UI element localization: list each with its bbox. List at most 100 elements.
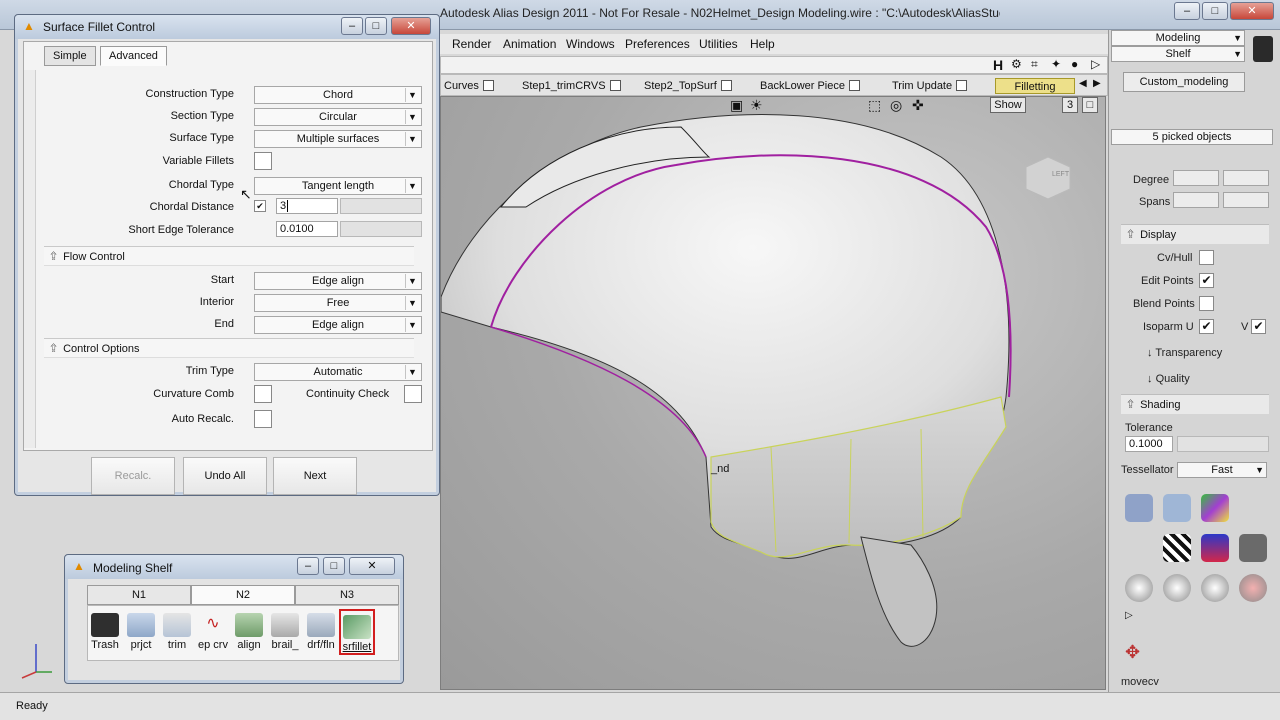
- curvature-comb-checkbox[interactable]: [254, 385, 272, 403]
- tool-trim[interactable]: trim: [159, 609, 195, 655]
- pan-icon[interactable]: ✜: [912, 97, 924, 114]
- shelf-tab-step1[interactable]: Step1_trimCRVS: [519, 78, 624, 94]
- minimize-button[interactable]: –: [1174, 2, 1200, 20]
- auto-recalc-checkbox[interactable]: [254, 410, 272, 428]
- history-icon[interactable]: H: [993, 57, 1003, 73]
- shelf-tab-checkbox[interactable]: [849, 80, 860, 91]
- next-button[interactable]: Next: [273, 457, 357, 495]
- trim-type-dropdown[interactable]: Automatic ▼: [254, 363, 422, 381]
- menu-set-combo[interactable]: Modeling ▼: [1111, 30, 1245, 46]
- start-dropdown[interactable]: Edge align ▼: [254, 272, 422, 290]
- dialog-title-bar[interactable]: ▲ Surface Fillet Control – □ ✕: [15, 15, 439, 39]
- shade-icon-2[interactable]: [1163, 494, 1191, 522]
- flow-control-header[interactable]: ⮸ Flow Control: [44, 246, 414, 266]
- orbit-icon[interactable]: ◎: [890, 97, 902, 114]
- shelf-minimize-button[interactable]: –: [297, 557, 319, 575]
- degree-field[interactable]: [1173, 170, 1219, 186]
- tool-brail[interactable]: brail_: [267, 609, 303, 655]
- menu-preferences[interactable]: Preferences: [625, 37, 690, 51]
- spans-field[interactable]: [1173, 192, 1219, 208]
- movecv-icon[interactable]: ✥: [1125, 642, 1153, 668]
- tab-simple[interactable]: Simple: [44, 46, 96, 66]
- maximize-button[interactable]: □: [1202, 2, 1228, 20]
- variable-fillets-checkbox[interactable]: [254, 152, 272, 170]
- spans-field-v[interactable]: [1223, 192, 1269, 208]
- chordal-type-dropdown[interactable]: Tangent length ▼: [254, 177, 422, 195]
- dialog-maximize-button[interactable]: □: [365, 17, 387, 35]
- chordal-distance-input[interactable]: 3: [276, 198, 338, 214]
- chordal-distance-lock-checkbox[interactable]: ✔: [254, 200, 266, 212]
- magnet-icon[interactable]: ⚙: [1011, 57, 1022, 71]
- undo-all-button[interactable]: Undo All: [183, 457, 267, 495]
- tolerance-field[interactable]: 0.1000: [1125, 436, 1173, 452]
- chordal-distance-slider[interactable]: [340, 198, 422, 214]
- degree-field-v[interactable]: [1223, 170, 1269, 186]
- menu-render[interactable]: Render: [452, 37, 491, 51]
- sphere-icon-4[interactable]: [1239, 574, 1267, 602]
- short-edge-tolerance-slider[interactable]: [340, 221, 422, 237]
- quality-toggle[interactable]: ↓ Quality: [1147, 373, 1190, 385]
- edit-points-checkbox[interactable]: ✔: [1199, 273, 1214, 288]
- custom-modeling-tab[interactable]: Custom_modeling: [1123, 72, 1245, 92]
- section-type-dropdown[interactable]: Circular ▼: [254, 108, 422, 126]
- cv-hull-checkbox[interactable]: [1199, 250, 1214, 265]
- dialog-minimize-button[interactable]: –: [341, 17, 363, 35]
- shelf-tab-checkbox[interactable]: [720, 80, 732, 91]
- shade-icon-3[interactable]: [1201, 494, 1229, 522]
- transparency-toggle[interactable]: ↓ Transparency: [1147, 347, 1222, 359]
- shelf-tab-n3[interactable]: N3: [295, 585, 399, 605]
- shelf-tab-checkbox[interactable]: [482, 80, 494, 91]
- shelf-tab-n1[interactable]: N1: [87, 585, 191, 605]
- shade-icon-5[interactable]: [1201, 534, 1229, 562]
- dialog-close-button[interactable]: ✕: [391, 17, 431, 35]
- display-section-header[interactable]: ⮸ Display: [1121, 224, 1269, 244]
- tool-ep-crv[interactable]: ∿ ep crv: [195, 609, 231, 655]
- interior-dropdown[interactable]: Free ▼: [254, 294, 422, 312]
- shelf-maximize-button[interactable]: □: [323, 557, 345, 575]
- shelf-tab-checkbox[interactable]: [956, 80, 968, 91]
- tool-drf-fln[interactable]: drf/fln: [303, 609, 339, 655]
- shelf-close-button[interactable]: ✕: [349, 557, 395, 575]
- tool-prjct[interactable]: prjct: [123, 609, 159, 655]
- surface-type-dropdown[interactable]: Multiple surfaces ▼: [254, 130, 422, 148]
- zoom-fit-icon[interactable]: ⬚: [868, 97, 881, 114]
- maximize-viewport-button[interactable]: □: [1082, 97, 1098, 113]
- isoparm-u-checkbox[interactable]: ✔: [1199, 319, 1214, 334]
- trash-can-icon[interactable]: [1253, 36, 1273, 62]
- tab-scroll-left-icon[interactable]: ◀: [1079, 78, 1087, 89]
- shade-icon-4[interactable]: [1163, 534, 1191, 562]
- snap-curve-icon[interactable]: ✦: [1051, 57, 1061, 71]
- menu-help[interactable]: Help: [750, 37, 775, 51]
- perspective-viewport[interactable]: LEFT _nd: [440, 96, 1106, 690]
- shelf-tab-n2[interactable]: N2: [191, 585, 295, 605]
- layout-count-button[interactable]: 3: [1062, 97, 1078, 113]
- control-options-header[interactable]: ⮸ Control Options: [44, 338, 414, 358]
- shelf-tab-checkbox[interactable]: [609, 80, 621, 91]
- tab-scroll-right-icon[interactable]: ▶: [1093, 78, 1101, 89]
- tool-align[interactable]: align: [231, 609, 267, 655]
- shelf-tab-step2[interactable]: Step2_TopSurf: [641, 78, 735, 94]
- menu-utilities[interactable]: Utilities: [699, 37, 738, 51]
- camera-icon[interactable]: ▣: [730, 97, 743, 114]
- dialog-scrollbar[interactable]: [24, 70, 36, 448]
- tool-srfillet[interactable]: srfillet: [339, 609, 375, 655]
- shelf-title-bar[interactable]: ▲ Modeling Shelf – □ ✕: [65, 555, 403, 579]
- tool-trash[interactable]: Trash: [87, 609, 123, 655]
- construction-type-dropdown[interactable]: Chord ▼: [254, 86, 422, 104]
- snap-point-icon[interactable]: ●: [1071, 57, 1078, 71]
- sphere-icon-3[interactable]: [1201, 574, 1229, 602]
- play-icon[interactable]: ▷: [1091, 57, 1100, 71]
- shelf-tab-trim-update[interactable]: Trim Update: [889, 78, 970, 94]
- isoparm-v-checkbox[interactable]: ✔: [1251, 319, 1266, 334]
- shelf-tab-filletting[interactable]: Filletting: [995, 78, 1075, 94]
- snap-grid-icon[interactable]: ⌗: [1031, 57, 1038, 72]
- close-button[interactable]: ✕: [1230, 2, 1274, 20]
- shelf-tab-curves[interactable]: Curves: [441, 78, 497, 94]
- shade-icon-6[interactable]: [1239, 534, 1267, 562]
- sphere-icon-2[interactable]: [1163, 574, 1191, 602]
- tessellator-combo[interactable]: Fast ▼: [1177, 462, 1267, 478]
- menu-animation[interactable]: Animation: [503, 37, 556, 51]
- tab-advanced[interactable]: Advanced: [100, 46, 167, 66]
- blend-points-checkbox[interactable]: [1199, 296, 1214, 311]
- shelf-set-combo[interactable]: Shelf ▼: [1111, 46, 1245, 62]
